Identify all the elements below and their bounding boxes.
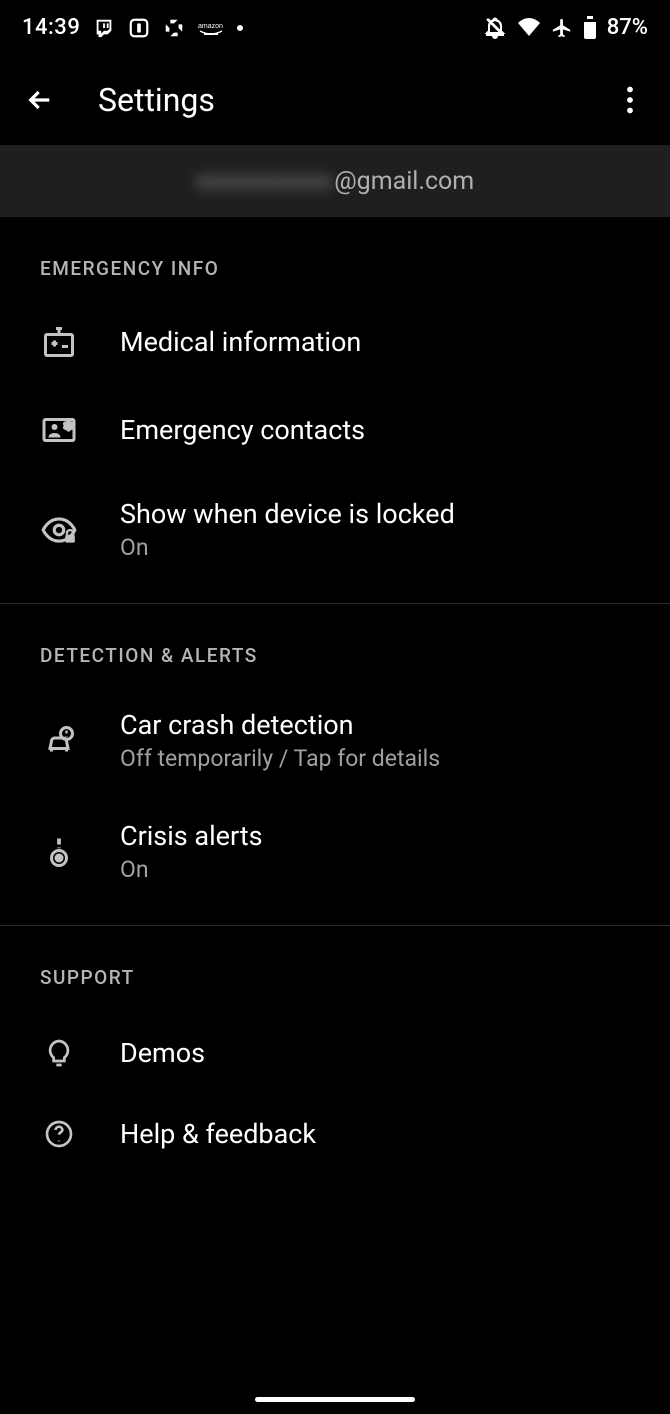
more-vert-icon	[626, 86, 634, 114]
item-text: Crisis alerts On	[120, 820, 263, 883]
section-detection-alerts: DETECTION & ALERTS Car crash detection O…	[0, 604, 670, 907]
item-title: Show when device is locked	[120, 498, 455, 530]
arrow-left-icon	[24, 84, 56, 116]
status-left-cluster: 14:39 amazon	[22, 15, 243, 40]
item-show-when-locked[interactable]: Show when device is locked On	[0, 474, 670, 585]
status-right-cluster: 87%	[483, 15, 648, 40]
notification-dot-icon	[237, 25, 243, 31]
item-emergency-contacts[interactable]: ✻ Emergency contacts	[0, 386, 670, 474]
item-text: Demos	[120, 1037, 205, 1069]
section-header-support: SUPPORT	[0, 966, 670, 1007]
account-email-redacted: xxxxxxxxxxx	[196, 167, 332, 196]
twitch-icon	[93, 17, 115, 39]
item-title: Car crash detection	[120, 709, 440, 741]
section-emergency-info: EMERGENCY INFO Medical information ✻ Eme…	[0, 217, 670, 585]
section-header-detection: DETECTION & ALERTS	[0, 644, 670, 685]
help-icon	[40, 1115, 78, 1153]
item-subtitle: On	[120, 534, 455, 561]
do-not-disturb-icon	[483, 16, 507, 40]
item-medical-information[interactable]: Medical information	[0, 298, 670, 386]
lightbulb-icon	[40, 1034, 78, 1072]
item-title: Crisis alerts	[120, 820, 263, 852]
status-time: 14:39	[22, 15, 80, 40]
account-email-domain: @gmail.com	[334, 167, 474, 196]
item-car-crash-detection[interactable]: Car crash detection Off temporarily / Ta…	[0, 685, 670, 796]
status-bar: 14:39 amazon 87%	[0, 0, 670, 55]
amazon-icon: amazon	[198, 20, 224, 36]
svg-text:amazon: amazon	[198, 23, 223, 30]
section-header-emergency: EMERGENCY INFO	[0, 257, 670, 298]
medical-badge-icon	[40, 323, 78, 361]
item-text: Show when device is locked On	[120, 498, 455, 561]
item-text: Help & feedback	[120, 1118, 316, 1150]
account-banner[interactable]: xxxxxxxxxxx@gmail.com	[0, 145, 670, 217]
item-crisis-alerts[interactable]: Crisis alerts On	[0, 796, 670, 907]
battery-percent: 87%	[607, 15, 648, 40]
square-phone-icon	[128, 17, 150, 39]
crisis-alert-icon	[40, 833, 78, 871]
item-help-feedback[interactable]: Help & feedback	[0, 1095, 670, 1183]
item-subtitle: Off temporarily / Tap for details	[120, 745, 440, 772]
item-text: Emergency contacts	[120, 414, 365, 446]
wifi-icon	[517, 18, 541, 38]
item-title: Demos	[120, 1037, 205, 1069]
item-text: Medical information	[120, 326, 361, 358]
section-support: SUPPORT Demos Help & feedback	[0, 926, 670, 1183]
battery-icon	[583, 16, 597, 40]
item-title: Emergency contacts	[120, 414, 365, 446]
item-title: Help & feedback	[120, 1118, 316, 1150]
back-button[interactable]	[20, 80, 60, 120]
page-title: Settings	[98, 81, 572, 119]
item-title: Medical information	[120, 326, 361, 358]
account-email: xxxxxxxxxxx@gmail.com	[196, 167, 474, 196]
item-subtitle: On	[120, 856, 263, 883]
eye-lock-icon	[40, 511, 78, 549]
overflow-menu-button[interactable]	[610, 80, 650, 120]
navigation-handle[interactable]	[255, 1397, 415, 1402]
item-text: Car crash detection Off temporarily / Ta…	[120, 709, 440, 772]
app-bar: Settings	[0, 55, 670, 145]
airplane-mode-icon	[551, 17, 573, 39]
svg-text:✻: ✻	[64, 419, 74, 433]
contact-card-icon: ✻	[40, 411, 78, 449]
chase-icon	[163, 17, 185, 39]
item-demos[interactable]: Demos	[0, 1007, 670, 1095]
car-crash-icon	[40, 722, 78, 760]
